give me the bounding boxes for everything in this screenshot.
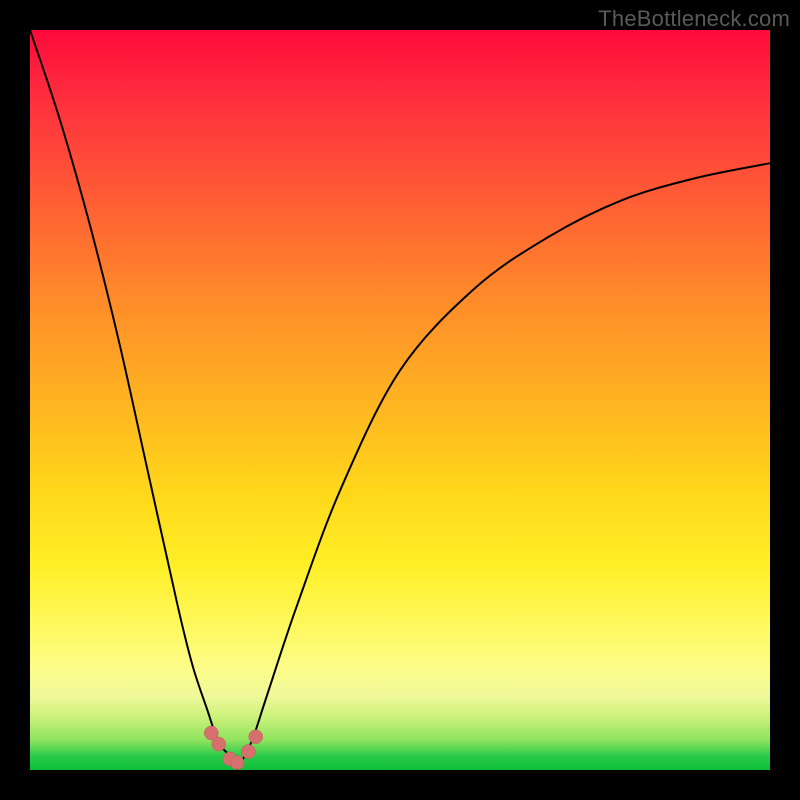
valley-markers [204,726,262,770]
valley-marker-dot [241,745,255,759]
plot-area [30,30,770,770]
valley-marker-dot [230,756,244,770]
curve-left-branch [30,30,237,763]
chart-frame: TheBottleneck.com [0,0,800,800]
valley-marker-dot [249,730,263,744]
curve-right-branch [237,163,770,770]
curve-layer [30,30,770,770]
valley-marker-dot [212,737,226,751]
watermark-text: TheBottleneck.com [598,6,790,32]
